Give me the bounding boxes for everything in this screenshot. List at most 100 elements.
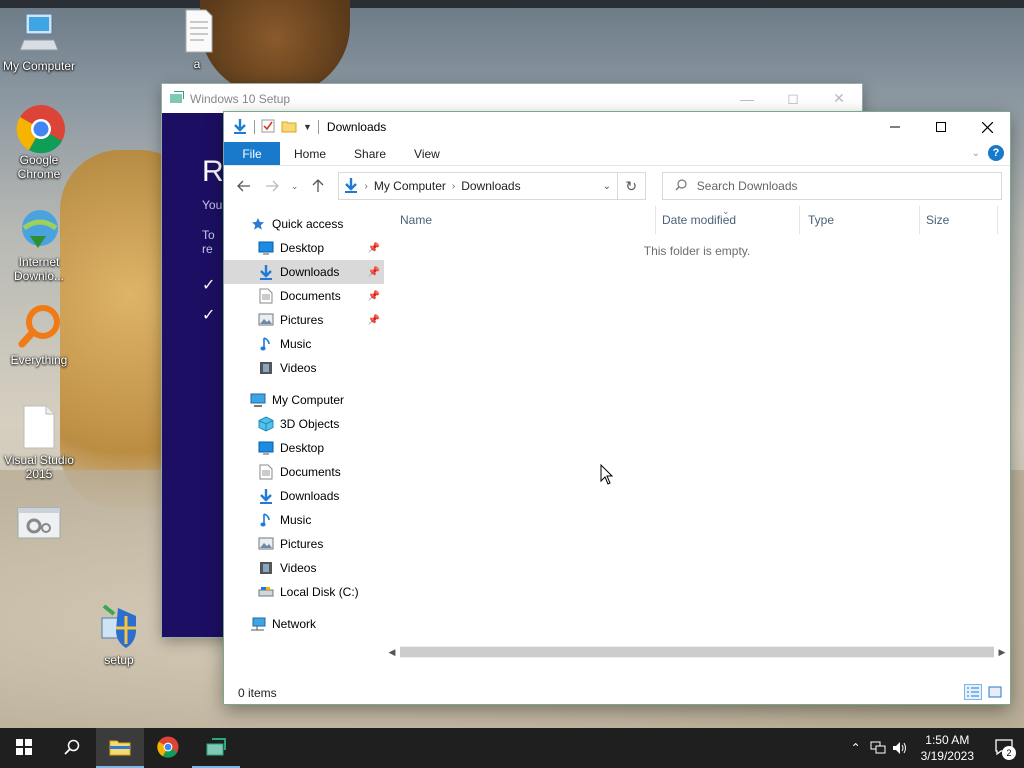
properties-icon[interactable] — [261, 119, 275, 136]
videos-icon — [258, 360, 274, 376]
tab-home[interactable]: Home — [280, 142, 340, 165]
close-button[interactable] — [964, 112, 1010, 142]
notification-badge: 2 — [1002, 746, 1016, 760]
ribbon-tabs: File Home Share View ⌄ ? — [224, 142, 1010, 166]
column-size[interactable]: Size — [920, 206, 998, 234]
search-input[interactable] — [696, 179, 987, 193]
nav-quick-downloads[interactable]: Downloads 📌 — [224, 260, 384, 284]
setup-minimize-button[interactable]: — — [724, 84, 770, 113]
downloads-icon — [258, 264, 274, 280]
help-icon[interactable]: ? — [988, 145, 1004, 161]
tab-share[interactable]: Share — [340, 142, 400, 165]
desktop-icon-my-computer[interactable]: My Computer — [0, 10, 78, 73]
nav-quick-videos[interactable]: Videos — [224, 356, 384, 380]
desktop-icon-visual-studio-2015[interactable]: Visual Studio 2015 — [0, 404, 78, 481]
customize-quick-access-icon[interactable]: ▼ — [303, 122, 312, 132]
search-box[interactable] — [661, 172, 1002, 200]
nav-quick-pictures[interactable]: Pictures 📌 — [224, 308, 384, 332]
desktop-icon-a[interactable]: a — [158, 8, 236, 71]
maximize-button[interactable] — [918, 112, 964, 142]
large-icons-view-icon[interactable] — [986, 684, 1004, 700]
scroll-thumb[interactable] — [400, 647, 994, 657]
file-explorer-window[interactable]: ▼ Downloads File Home Share View ⌄ ? ⌄ ›… — [224, 112, 1010, 704]
pin-icon[interactable]: 📌 — [368, 243, 380, 254]
action-center-button[interactable]: 2 — [984, 728, 1024, 768]
column-name[interactable]: Name — [384, 206, 656, 234]
nav-quick-music[interactable]: Music — [224, 332, 384, 356]
setup-close-button[interactable]: ✕ — [816, 84, 862, 113]
recent-locations-button[interactable]: ⌄ — [288, 174, 302, 198]
desktop-icon-settings-window[interactable] — [0, 506, 78, 555]
address-dropdown-icon[interactable]: ⌄ — [597, 173, 617, 199]
back-button[interactable] — [232, 174, 256, 198]
start-button[interactable] — [0, 728, 48, 768]
up-button[interactable] — [306, 174, 330, 198]
settings-window-icon — [16, 506, 62, 552]
desktop-icon-everything[interactable]: Everything — [0, 304, 78, 367]
scroll-track[interactable] — [400, 646, 994, 658]
empty-folder-message: This folder is empty. — [643, 244, 751, 258]
taskbar-windows-setup[interactable] — [192, 728, 240, 768]
expand-ribbon-icon[interactable]: ⌄ — [972, 148, 980, 159]
file-list[interactable]: Name ⌄ Date modified Type Size This fold… — [384, 206, 1010, 682]
nav-desktop[interactable]: Desktop — [224, 436, 384, 460]
downloads-icon — [343, 177, 359, 196]
status-bar: 0 items — [224, 682, 1010, 704]
refresh-button[interactable]: ↻ — [616, 173, 645, 199]
taskbar-search-button[interactable] — [48, 728, 96, 768]
desktop-icon-setup[interactable]: setup — [80, 604, 158, 667]
document-icon — [174, 8, 220, 54]
forward-button[interactable] — [260, 174, 284, 198]
blank-document-icon — [16, 404, 62, 450]
nav-quick-documents[interactable]: Documents 📌 — [224, 284, 384, 308]
clock[interactable]: 1:50 AM 3/19/2023 — [911, 732, 984, 764]
nav-documents[interactable]: Documents — [224, 460, 384, 484]
taskbar-file-explorer[interactable] — [96, 728, 144, 768]
minimize-button[interactable] — [872, 112, 918, 142]
sort-caret-icon: ⌄ — [722, 206, 730, 216]
pictures-icon — [258, 536, 274, 552]
nav-pictures[interactable]: Pictures — [224, 532, 384, 556]
tab-view[interactable]: View — [400, 142, 454, 165]
address-bar[interactable]: › My Computer › Downloads ⌄ ↻ — [337, 172, 646, 200]
nav-videos[interactable]: Videos — [224, 556, 384, 580]
pin-icon[interactable]: 📌 — [368, 291, 380, 302]
taskbar-chrome[interactable] — [144, 728, 192, 768]
desktop-icon-google-chrome[interactable]: Google Chrome — [0, 104, 78, 181]
tab-file[interactable]: File — [224, 142, 280, 165]
new-folder-icon[interactable] — [281, 119, 297, 136]
clock-date: 3/19/2023 — [920, 749, 974, 763]
scroll-right-button[interactable]: ▶ — [994, 644, 1010, 660]
explorer-titlebar[interactable]: ▼ Downloads — [224, 112, 1010, 142]
setup-maximize-button[interactable]: ◻ — [770, 84, 816, 113]
nav-music[interactable]: Music — [224, 508, 384, 532]
breadcrumb-my-computer[interactable]: My Computer — [374, 179, 446, 193]
breadcrumb-chevron-icon[interactable]: › — [452, 181, 455, 192]
details-view-icon[interactable] — [964, 684, 982, 700]
nav-3d-objects[interactable]: 3D Objects — [224, 412, 384, 436]
pin-icon[interactable]: 📌 — [368, 267, 380, 278]
setup-icon — [206, 737, 226, 759]
setup-icon — [96, 604, 142, 650]
nav-local-disk[interactable]: Local Disk (C:) — [224, 580, 384, 604]
setup-heading: Re — [202, 155, 224, 188]
scroll-left-button[interactable]: ◀ — [384, 644, 400, 660]
nav-network[interactable]: Network — [224, 612, 384, 636]
nav-quick-desktop[interactable]: Desktop 📌 — [224, 236, 384, 260]
column-date-modified[interactable]: ⌄ Date modified — [656, 206, 800, 234]
breadcrumb-downloads[interactable]: Downloads — [461, 179, 520, 193]
show-hidden-icons-chevron-icon[interactable]: ⌃ — [845, 728, 867, 768]
column-type[interactable]: Type — [800, 206, 920, 234]
horizontal-scrollbar[interactable]: ◀ ▶ — [384, 644, 1010, 660]
pin-icon[interactable]: 📌 — [368, 315, 380, 326]
checkmark-icon: ✓ — [202, 307, 216, 324]
everything-icon — [16, 304, 62, 350]
file-explorer-icon — [109, 738, 131, 759]
breadcrumb-chevron-icon[interactable]: › — [365, 181, 368, 192]
volume-icon[interactable] — [889, 728, 911, 768]
network-status-icon[interactable] — [867, 728, 889, 768]
nav-downloads[interactable]: Downloads — [224, 484, 384, 508]
nav-quick-access[interactable]: Quick access — [224, 212, 384, 236]
desktop-icon-internet-download-manager[interactable]: Internet Downlo... — [0, 206, 78, 283]
nav-my-computer[interactable]: My Computer — [224, 388, 384, 412]
